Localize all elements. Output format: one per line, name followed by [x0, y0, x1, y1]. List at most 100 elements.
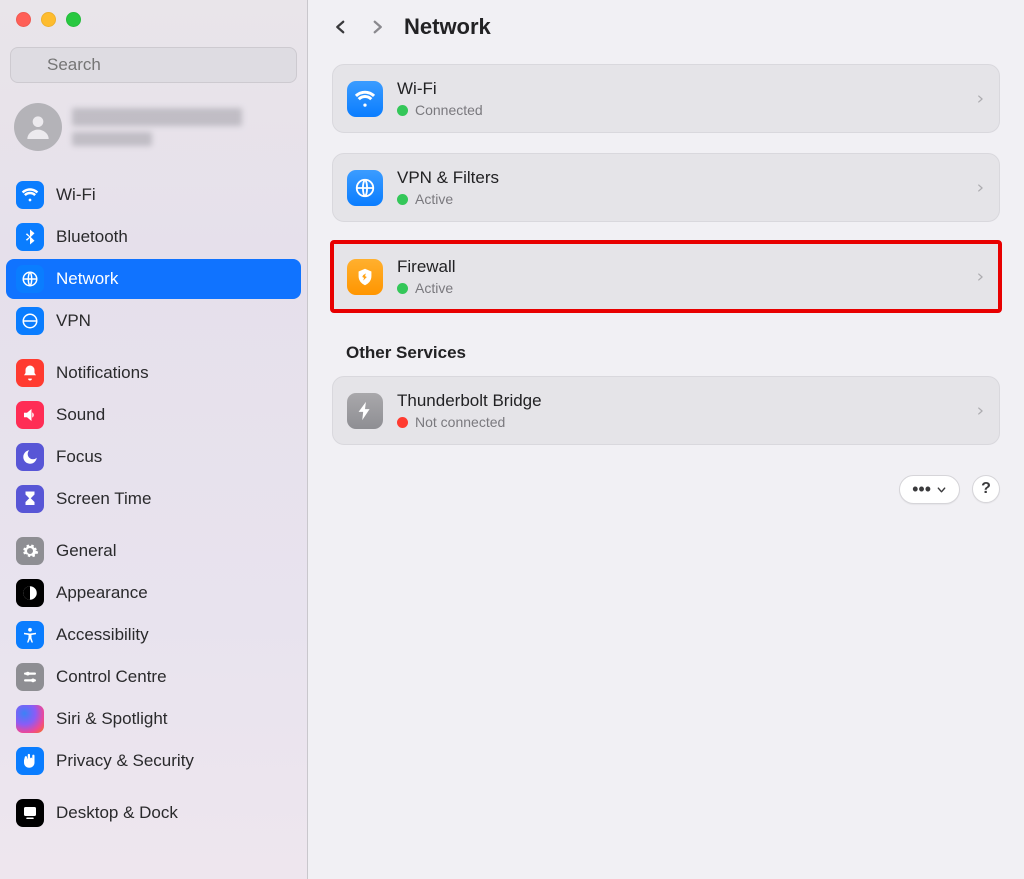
siri-icon [16, 705, 44, 733]
search-wrap [10, 47, 297, 83]
chevron-right-icon [975, 403, 985, 419]
sidebar-item-label: Appearance [56, 583, 148, 603]
network-item-text: Wi-Fi Connected [397, 79, 961, 118]
sound-icon [16, 401, 44, 429]
status-text: Connected [415, 102, 483, 118]
sidebar-item-label: Siri & Spotlight [56, 709, 168, 729]
firewall-icon [347, 259, 383, 295]
network-item-vpn-filters[interactable]: VPN & Filters Active [332, 153, 1000, 222]
account-row[interactable] [0, 95, 307, 165]
status-dot [397, 283, 408, 294]
sidebar-item-label: Screen Time [56, 489, 151, 509]
nav-group-4: Desktop & Dock [0, 791, 307, 835]
maximize-window-button[interactable] [66, 12, 81, 27]
globe-icon [347, 170, 383, 206]
status-dot [397, 105, 408, 116]
main-panel: Network Wi-Fi Connected VPN [308, 0, 1024, 879]
sidebar-item-label: Control Centre [56, 667, 167, 687]
sidebar-item-screen-time[interactable]: Screen Time [6, 479, 301, 519]
sidebar-item-privacy[interactable]: Privacy & Security [6, 741, 301, 781]
sidebar-item-wifi[interactable]: Wi-Fi [6, 175, 301, 215]
hand-icon [16, 747, 44, 775]
network-item-text: VPN & Filters Active [397, 168, 961, 207]
sidebar-item-label: VPN [56, 311, 91, 331]
status-dot [397, 194, 408, 205]
sidebar-item-label: Network [56, 269, 118, 289]
network-item-text: Firewall Active [397, 257, 961, 296]
help-button[interactable]: ? [972, 475, 1000, 503]
window-controls [0, 12, 307, 47]
gear-icon [16, 537, 44, 565]
sidebar-item-general[interactable]: General [6, 531, 301, 571]
sidebar-item-sound[interactable]: Sound [6, 395, 301, 435]
forward-button[interactable] [368, 15, 386, 39]
more-actions-button[interactable]: ••• [899, 475, 960, 504]
question-icon: ? [981, 480, 991, 498]
sidebar-item-label: Notifications [56, 363, 149, 383]
back-button[interactable] [332, 15, 350, 39]
network-item-title: Firewall [397, 257, 961, 277]
chevron-right-icon [975, 269, 985, 285]
network-item-title: Thunderbolt Bridge [397, 391, 961, 411]
chevron-right-icon [975, 91, 985, 107]
sidebar-item-label: Sound [56, 405, 105, 425]
thunderbolt-icon [347, 393, 383, 429]
sidebar-item-siri[interactable]: Siri & Spotlight [6, 699, 301, 739]
wifi-icon [16, 181, 44, 209]
search-input[interactable] [10, 47, 297, 83]
appearance-icon [16, 579, 44, 607]
main-header: Network [332, 14, 1000, 40]
moon-icon [16, 443, 44, 471]
sidebar-item-label: Bluetooth [56, 227, 128, 247]
sidebar-item-appearance[interactable]: Appearance [6, 573, 301, 613]
network-item-status: Active [397, 280, 961, 296]
sidebar-item-vpn[interactable]: VPN [6, 301, 301, 341]
avatar [14, 103, 62, 151]
network-item-thunderbolt[interactable]: Thunderbolt Bridge Not connected [332, 376, 1000, 445]
sidebar-item-label: General [56, 541, 116, 561]
sliders-icon [16, 663, 44, 691]
sidebar-item-control-centre[interactable]: Control Centre [6, 657, 301, 697]
sidebar-item-bluetooth[interactable]: Bluetooth [6, 217, 301, 257]
network-item-title: VPN & Filters [397, 168, 961, 188]
nav-group-1: Wi-Fi Bluetooth Network VPN [0, 173, 307, 343]
sidebar-item-label: Accessibility [56, 625, 149, 645]
bell-icon [16, 359, 44, 387]
chevron-right-icon [975, 180, 985, 196]
nav-group-2: Notifications Sound Focus Screen Time [0, 351, 307, 521]
sidebar-item-desktop-dock[interactable]: Desktop & Dock [6, 793, 301, 833]
status-text: Active [415, 191, 453, 207]
dock-icon [16, 799, 44, 827]
bluetooth-icon [16, 223, 44, 251]
sidebar-item-notifications[interactable]: Notifications [6, 353, 301, 393]
account-text [72, 108, 242, 146]
sidebar-item-focus[interactable]: Focus [6, 437, 301, 477]
status-text: Active [415, 280, 453, 296]
close-window-button[interactable] [16, 12, 31, 27]
network-item-firewall[interactable]: Firewall Active [332, 242, 1000, 311]
network-item-status: Not connected [397, 414, 961, 430]
sidebar: Wi-Fi Bluetooth Network VPN Notifi [0, 0, 308, 879]
page-title: Network [404, 14, 491, 40]
nav-group-3: General Appearance Accessibility Control… [0, 529, 307, 783]
other-services-heading: Other Services [346, 343, 1000, 363]
vpn-icon [16, 307, 44, 335]
sidebar-item-label: Privacy & Security [56, 751, 194, 771]
network-items-list: Wi-Fi Connected VPN & Filters Active [332, 64, 1000, 311]
status-dot [397, 417, 408, 428]
minimize-window-button[interactable] [41, 12, 56, 27]
network-item-title: Wi-Fi [397, 79, 961, 99]
sidebar-item-label: Focus [56, 447, 102, 467]
network-item-wifi[interactable]: Wi-Fi Connected [332, 64, 1000, 133]
network-item-status: Active [397, 191, 961, 207]
hourglass-icon [16, 485, 44, 513]
sidebar-item-network[interactable]: Network [6, 259, 301, 299]
chevron-down-icon [936, 484, 947, 495]
sidebar-item-accessibility[interactable]: Accessibility [6, 615, 301, 655]
network-item-text: Thunderbolt Bridge Not connected [397, 391, 961, 430]
wifi-icon [347, 81, 383, 117]
network-item-status: Connected [397, 102, 961, 118]
status-text: Not connected [415, 414, 505, 430]
other-services-list: Thunderbolt Bridge Not connected [332, 377, 1000, 445]
account-name-redacted [72, 108, 242, 126]
